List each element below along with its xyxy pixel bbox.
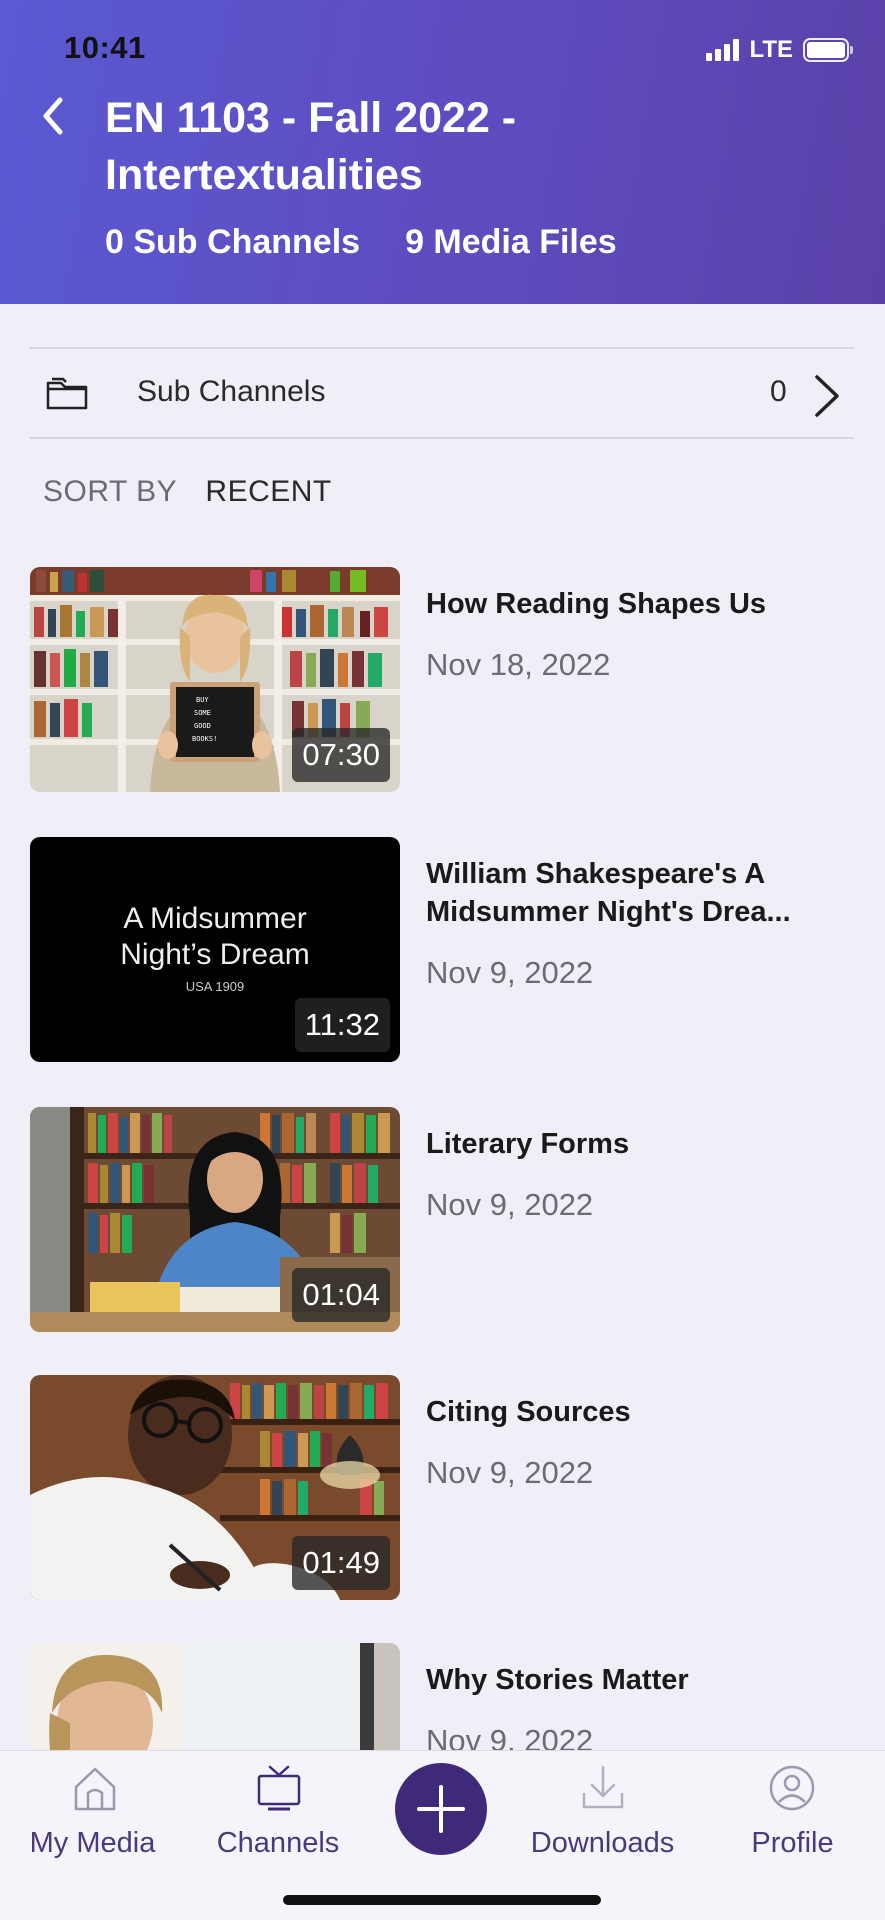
network-type: LTE — [749, 36, 793, 63]
media-title: Literary Forms — [426, 1128, 630, 1160]
thumbnail-subtitle-text: USA 1909 — [185, 979, 245, 994]
tv-icon — [257, 1765, 301, 1811]
home-indicator — [283, 1895, 601, 1905]
media-item[interactable]: 01:04 Literary Forms Nov 9, 2022 — [30, 1107, 860, 1332]
sub-channels-count: 0 Sub Channels — [105, 223, 361, 261]
thumbnail-title-text: A Midsummer Night’s Dream — [120, 902, 310, 971]
sub-channels-row[interactable]: Sub Channels 0 — [29, 347, 854, 439]
media-thumbnail: A Midsummer Night’s Dream USA 1909 11:32 — [30, 837, 400, 1062]
channel-counts: 0 Sub Channels 9 Media Files — [105, 223, 617, 262]
media-files-count: 9 Media Files — [405, 223, 617, 261]
media-thumbnail — [30, 1643, 400, 1750]
status-time: 10:41 — [64, 30, 146, 65]
media-thumbnail: BUY SOME GOOD BOOKS! 07:30 — [30, 567, 400, 792]
sub-channels-label: Sub Channels — [137, 375, 326, 408]
media-date: Nov 9, 2022 — [426, 1723, 594, 1750]
signal-icon — [706, 39, 740, 61]
status-indicators: LTE — [706, 36, 853, 64]
sub-channels-count-value: 0 — [770, 375, 787, 408]
sort-control: SORT BY RECENT — [43, 475, 332, 509]
channel-header: 10:41 LTE EN 1103 - Fall 2022 - Intertex… — [0, 0, 885, 304]
nav-item-profile[interactable]: Profile — [725, 1751, 860, 1871]
back-button[interactable] — [34, 92, 74, 140]
nav-item-my-media[interactable]: My Media — [10, 1751, 175, 1871]
media-list[interactable]: BUY SOME GOOD BOOKS! 07:30 How Reading Shap… — [0, 567, 885, 1750]
svg-text:GOOD: GOOD — [194, 722, 211, 730]
media-thumbnail: 01:49 — [30, 1375, 400, 1600]
media-title: William Shakespeare's A Midsummer Night'… — [426, 858, 791, 928]
nav-label: My Media — [29, 1827, 156, 1859]
media-thumbnail: 01:04 — [30, 1107, 400, 1332]
media-date: Nov 18, 2022 — [426, 647, 611, 682]
media-title: Citing Sources — [426, 1396, 631, 1428]
chevron-right-icon — [815, 375, 839, 417]
battery-icon — [803, 38, 853, 62]
duration-badge: 01:49 — [292, 1536, 390, 1590]
sort-value[interactable]: RECENT — [205, 475, 331, 508]
folder-icon — [46, 377, 88, 410]
profile-icon — [769, 1765, 815, 1811]
media-date: Nov 9, 2022 — [426, 1187, 594, 1222]
media-item[interactable]: Why Stories Matter Nov 9, 2022 — [30, 1643, 860, 1750]
svg-text:BUY: BUY — [196, 696, 209, 704]
media-item[interactable]: 01:49 Citing Sources Nov 9, 2022 — [30, 1375, 860, 1600]
duration-badge: 11:32 — [294, 998, 390, 1052]
duration-badge: 01:04 — [292, 1268, 390, 1322]
reading-woman-image — [30, 1643, 400, 1750]
svg-text:SOME: SOME — [194, 709, 211, 717]
nav-label: Downloads — [530, 1827, 675, 1859]
media-item[interactable]: BUY SOME GOOD BOOKS! 07:30 How Reading Shap… — [30, 567, 860, 792]
svg-text:BOOKS!: BOOKS! — [192, 735, 217, 743]
plus-icon — [417, 1785, 465, 1833]
download-icon — [582, 1765, 624, 1809]
duration-badge: 07:30 — [292, 728, 390, 782]
media-date: Nov 9, 2022 — [426, 955, 594, 990]
nav-label: Channels — [216, 1827, 340, 1859]
media-title: Why Stories Matter — [426, 1664, 689, 1696]
media-title: How Reading Shapes Us — [426, 588, 767, 620]
sort-label: SORT BY — [43, 475, 177, 508]
channel-title: EN 1103 - Fall 2022 - Intertextualities — [105, 94, 517, 199]
media-date: Nov 9, 2022 — [426, 1455, 594, 1490]
nav-label: Profile — [751, 1827, 834, 1859]
chevron-left-icon — [43, 97, 63, 135]
media-item[interactable]: A Midsummer Night’s Dream USA 1909 11:32… — [30, 837, 860, 1062]
home-icon — [74, 1767, 116, 1811]
nav-item-downloads[interactable]: Downloads — [515, 1751, 690, 1871]
nav-item-channels[interactable]: Channels — [198, 1751, 358, 1871]
add-media-button[interactable] — [395, 1763, 487, 1855]
